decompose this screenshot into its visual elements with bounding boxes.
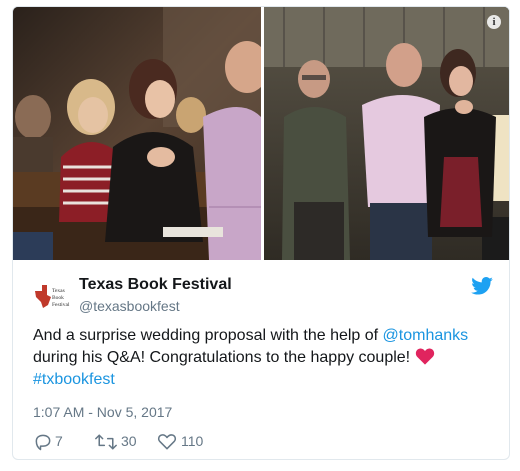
photo-stage[interactable]: i xyxy=(264,7,509,260)
account-avatar[interactable]: Texas Book Festival xyxy=(33,281,71,313)
texas-book-festival-logo-icon: Texas Book Festival xyxy=(35,285,70,308)
photo-stage-image xyxy=(264,7,509,260)
heart-emoji-icon xyxy=(415,348,434,365)
tweet-text-part1: And a surprise wedding proposal with the… xyxy=(33,327,383,344)
retweet-icon xyxy=(95,434,117,450)
reply-button[interactable]: 7 xyxy=(33,431,73,453)
hashtag-link[interactable]: #txbookfest xyxy=(33,371,115,388)
tweet-header: Texas Book Festival Texas Book Festival … xyxy=(33,273,493,317)
info-icon[interactable]: i xyxy=(487,15,501,29)
reply-icon xyxy=(35,434,51,451)
tweet-card: i Texas Book Festival Texas Book Festiva… xyxy=(12,6,510,460)
photo-audience-reaction[interactable] xyxy=(13,7,261,260)
svg-text:Book: Book xyxy=(52,295,64,301)
svg-text:Festival: Festival xyxy=(52,302,70,308)
retweet-count: 30 xyxy=(121,433,137,449)
like-button[interactable]: 110 xyxy=(157,431,217,453)
like-icon xyxy=(157,434,177,450)
tweet-timestamp[interactable]: 1:07 AM - Nov 5, 2017 xyxy=(33,404,172,420)
tweet-text: And a surprise wedding proposal with the… xyxy=(33,325,495,391)
retweet-button[interactable]: 30 xyxy=(95,431,145,453)
account-handle[interactable]: @texasbookfest xyxy=(79,298,180,314)
reply-count: 7 xyxy=(55,433,63,449)
tweet-text-part2: during his Q&A! Congratulations to the h… xyxy=(33,349,415,366)
svg-text:Texas: Texas xyxy=(52,288,65,294)
photo-audience-reaction-image xyxy=(13,7,261,260)
twitter-bird-icon[interactable] xyxy=(471,277,493,295)
mention-link[interactable]: @tomhanks xyxy=(383,327,469,344)
like-count: 110 xyxy=(181,433,204,449)
tweet-media[interactable]: i xyxy=(13,7,509,260)
account-display-name[interactable]: Texas Book Festival xyxy=(79,276,232,294)
